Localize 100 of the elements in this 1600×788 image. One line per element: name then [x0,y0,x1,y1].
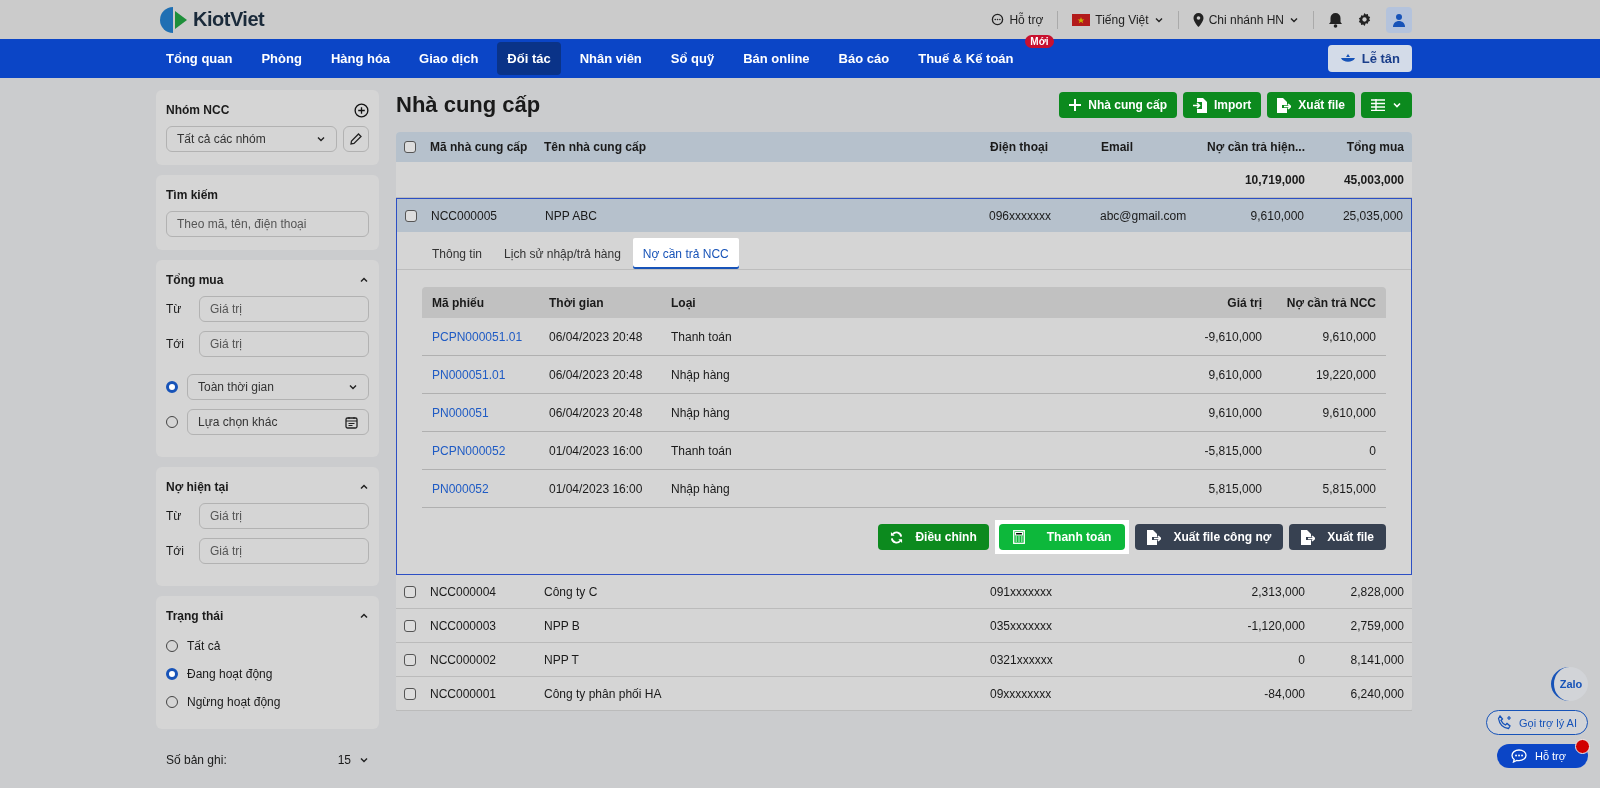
table-cell-text: 0 [1297,652,1305,667]
ai-assistant-button[interactable]: Gọi trợ lý AI [1486,710,1588,735]
search-field[interactable]: Theo mã, tên, điện thoại [166,211,369,237]
records-select[interactable]: 15 [337,753,369,767]
chat-icon [1510,749,1527,763]
branch-selector[interactable]: Chi nhánh HN [1192,12,1299,27]
table-cell-text: Công ty phân phối HA [544,686,663,701]
bell-icon[interactable] [1328,11,1343,28]
column-header: Mã phiếu [432,295,485,310]
table-cell-text: 9,610,000 [1207,367,1262,382]
table-cell-text: 096xxxxxxx [989,208,1053,223]
phone-icon [1497,714,1514,731]
checkbox[interactable] [404,653,416,666]
file-export-icon [1147,529,1162,545]
checkbox[interactable] [404,619,416,632]
table-cell-text: 25,035,000 [1341,208,1403,223]
card-title: Nợ hiện tại [166,480,229,494]
nav-tab[interactable]: Tổng quan [156,42,243,75]
nav-tab[interactable]: Hàng hóa [320,42,401,75]
import-button[interactable]: Import [1182,92,1262,118]
radio-button[interactable] [166,381,178,393]
detail-tab[interactable]: Nợ cần trả NCC [632,238,739,269]
card-title: Trạng thái [166,609,224,623]
zalo-button[interactable]: Zalo [1551,667,1588,701]
value-field[interactable]: Giá trị [199,296,369,322]
document-link[interactable]: PCPN000051.01 [432,329,549,344]
export-button[interactable]: Xuất file công nợ [1135,524,1284,550]
collapse-icon[interactable] [359,482,369,492]
collapse-icon[interactable] [359,275,369,285]
reception-button[interactable]: Lễ tân [1327,45,1412,72]
table-cell-text: Thanh toán [671,443,733,458]
add-button[interactable]: Nhà cung cấp [1059,92,1177,118]
detail-tab[interactable]: Thông tin [422,238,493,269]
column-header[interactable]: Tên nhà cung cấp [544,140,990,154]
checkbox[interactable] [404,141,416,153]
export-button[interactable]: Xuất file [1289,524,1386,550]
collapse-icon[interactable] [359,611,369,621]
nav-tab[interactable]: Sổ quỹ [660,42,725,75]
card-title: Nhóm NCC [166,103,230,117]
table-cell-text: 2,828,000 [1349,584,1404,599]
column-header[interactable]: Nợ cần trả hiện... [1193,140,1305,154]
table-cell-text: 5,815,000 [1321,481,1376,496]
table-cell-text: -1,120,000 [1246,618,1305,633]
document-link[interactable]: PCPN000052 [432,443,549,458]
radio-label[interactable]: Ngừng hoạt động [187,695,281,709]
column-header[interactable]: Điện thoại [990,140,1101,154]
location-pin-icon [1192,12,1204,27]
flag-icon [1072,13,1091,26]
table-cell-text: Công ty C [544,584,599,599]
nav-tab[interactable]: Bán online [733,42,820,75]
adjust-button[interactable]: Điều chỉnh [878,524,989,550]
table-cell-text: 10,719,000 [1243,172,1305,187]
table-cell-text: NCC000004 [430,584,498,599]
table-cell-text: Thanh toán [671,329,733,344]
file-export-icon [1277,97,1292,113]
group-select[interactable]: Tất cả các nhóm [166,126,337,152]
checkbox[interactable] [404,687,416,700]
field-label: Tới [166,544,185,558]
time-select[interactable]: Toàn thời gian [187,374,369,400]
column-header: Nợ cần trả NCC [1285,295,1376,310]
table-cell-text: NCC000002 [430,652,498,667]
export-button[interactable]: Xuất file [1267,92,1355,118]
table-cell-text: abc@gmail.com [1100,208,1188,223]
checkbox[interactable] [405,209,417,222]
support-link[interactable]: Hỗ trợ [991,12,1044,27]
help-button[interactable]: Hỗ trợ [1496,744,1588,768]
value-field[interactable]: Giá trị [199,331,369,357]
nav-tab[interactable]: Đối tác [497,42,561,75]
column-header[interactable]: Mã nhà cung cấp [430,140,544,154]
page-title: Nhà cung cấp [396,92,541,118]
table-cell-text: NCC000003 [430,618,498,633]
user-avatar[interactable] [1386,6,1412,33]
nav-tab[interactable]: Giao dịch [409,42,489,75]
column-header[interactable]: Tổng mua [1305,140,1404,154]
value-field[interactable]: Giá trị [199,538,369,564]
document-link[interactable]: PN000051.01 [432,367,549,382]
settings-icon[interactable] [1357,12,1372,27]
edit-button[interactable] [343,126,369,152]
radio-button[interactable] [166,668,178,680]
nav-tab[interactable]: Nhân viên [569,42,652,75]
document-link[interactable]: PN000051 [432,405,549,420]
language-selector[interactable]: Tiếng Việt [1072,12,1164,27]
view-menu-button[interactable] [1361,92,1412,118]
radio-label[interactable]: Tất cả [187,639,221,653]
document-link[interactable]: PN000052 [432,481,549,496]
records-label: Số bản ghi: [166,753,227,767]
radio-label[interactable]: Đang hoạt động [187,667,273,681]
column-header[interactable]: Email [1101,140,1193,154]
date-picker[interactable]: Lựa chọn khác [187,409,369,435]
nav-tab[interactable]: Báo cáo [828,42,900,75]
value-field[interactable]: Giá trị [199,503,369,529]
table-cell-text: 19,220,000 [1314,367,1376,382]
nav-tab[interactable]: Phòng [251,42,312,75]
table-cell-text: 091xxxxxxx [990,584,1054,599]
add-icon[interactable] [354,102,369,118]
checkbox[interactable] [404,585,416,598]
chevron-down-icon [348,382,358,392]
table-cell-text: 45,003,000 [1342,172,1404,187]
logo-text[interactable]: KiotViet [193,8,265,31]
detail-tab[interactable]: Lịch sử nhập/trả hàng [494,238,631,269]
